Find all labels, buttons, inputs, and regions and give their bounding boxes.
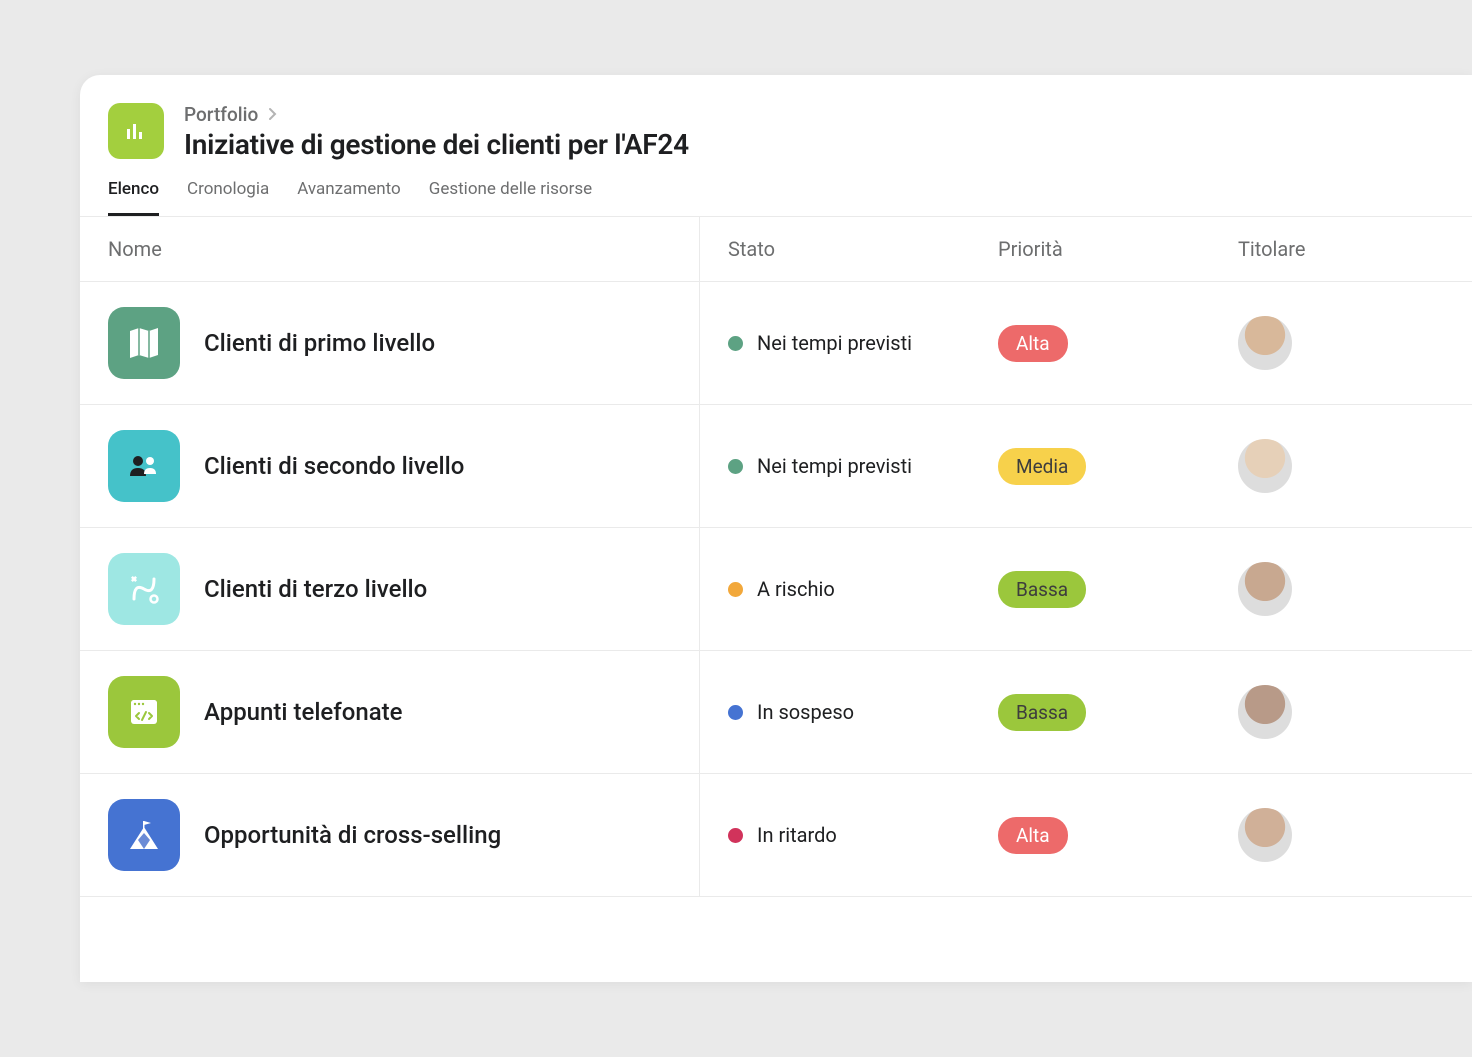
column-header-name[interactable]: Nome [80,217,700,281]
avatar [1238,808,1292,862]
project-name: Clienti di primo livello [204,329,435,357]
project-name: Clienti di secondo livello [204,452,464,480]
code-window-icon [108,676,180,748]
header: Portfolio Iniziative di gestione dei cli… [80,75,1472,216]
table-row[interactable]: Opportunità di cross-selling In ritardo Al… [80,774,1472,897]
column-header-status[interactable]: Stato [700,217,970,281]
portfolio-folder-icon [108,103,164,159]
tabs: Elenco Cronologia Avanzamento Gestione dell… [108,179,1444,216]
app-window: Portfolio Iniziative di gestione dei cli… [80,75,1472,982]
status-dot-icon [728,582,743,597]
column-header-owner[interactable]: Titolare [1210,217,1472,281]
breadcrumb-parent[interactable]: Portfolio [184,103,258,126]
path-icon [108,553,180,625]
cell-owner[interactable] [1210,651,1472,773]
cell-priority[interactable]: Bassa [970,651,1210,773]
priority-pill: Media [998,448,1086,485]
cell-priority[interactable]: Bassa [970,528,1210,650]
page-title: Iniziative di gestione dei clienti per l… [184,128,689,161]
map-icon [108,307,180,379]
status-dot-icon [728,336,743,351]
cell-name: Clienti di secondo livello [80,405,700,527]
table-row[interactable]: Appunti telefonate In sospeso Bassa [80,651,1472,774]
avatar [1238,685,1292,739]
cell-status[interactable]: Nei tempi previsti [700,282,970,404]
cell-status[interactable]: A rischio [700,528,970,650]
cell-status[interactable]: In ritardo [700,774,970,896]
table-row[interactable]: Clienti di secondo livello Nei tempi prev… [80,405,1472,528]
table-header: Nome Stato Priorità Titolare [80,216,1472,282]
cell-owner[interactable] [1210,528,1472,650]
status-label: Nei tempi previsti [757,454,912,478]
priority-pill: Bassa [998,571,1086,608]
cell-owner[interactable] [1210,774,1472,896]
cell-owner[interactable] [1210,405,1472,527]
status-dot-icon [728,705,743,720]
cell-name: Appunti telefonate [80,651,700,773]
table-body: Clienti di primo livello Nei tempi previs… [80,282,1472,897]
project-name: Clienti di terzo livello [204,575,427,603]
avatar [1238,562,1292,616]
header-top: Portfolio Iniziative di gestione dei cli… [108,103,1444,161]
project-name: Opportunità di cross-selling [204,821,501,849]
status-label: Nei tempi previsti [757,331,912,355]
cell-name: Clienti di primo livello [80,282,700,404]
cell-priority[interactable]: Media [970,405,1210,527]
column-header-priority[interactable]: Priorità [970,217,1210,281]
mountain-flag-icon [108,799,180,871]
table-row[interactable]: Clienti di primo livello Nei tempi previs… [80,282,1472,405]
avatar [1238,316,1292,370]
cell-priority[interactable]: Alta [970,774,1210,896]
status-label: In ritardo [757,823,837,847]
cell-priority[interactable]: Alta [970,282,1210,404]
table-row[interactable]: Clienti di terzo livello A rischio Bassa [80,528,1472,651]
avatar [1238,439,1292,493]
status-dot-icon [728,459,743,474]
status-label: A rischio [757,577,835,601]
priority-pill: Alta [998,817,1068,854]
breadcrumb[interactable]: Portfolio [184,103,689,126]
cell-name: Clienti di terzo livello [80,528,700,650]
cell-status[interactable]: Nei tempi previsti [700,405,970,527]
status-label: In sospeso [757,700,854,724]
cell-owner[interactable] [1210,282,1472,404]
tab-cronologia[interactable]: Cronologia [187,179,269,216]
status-dot-icon [728,828,743,843]
title-block: Portfolio Iniziative di gestione dei cli… [184,103,689,161]
project-name: Appunti telefonate [204,698,403,726]
tab-elenco[interactable]: Elenco [108,179,159,216]
cell-name: Opportunità di cross-selling [80,774,700,896]
tab-gestione-delle-risorse[interactable]: Gestione delle risorse [429,179,592,216]
people-icon [108,430,180,502]
cell-status[interactable]: In sospeso [700,651,970,773]
chevron-right-icon [268,103,278,126]
priority-pill: Alta [998,325,1068,362]
priority-pill: Bassa [998,694,1086,731]
tab-avanzamento[interactable]: Avanzamento [297,179,401,216]
